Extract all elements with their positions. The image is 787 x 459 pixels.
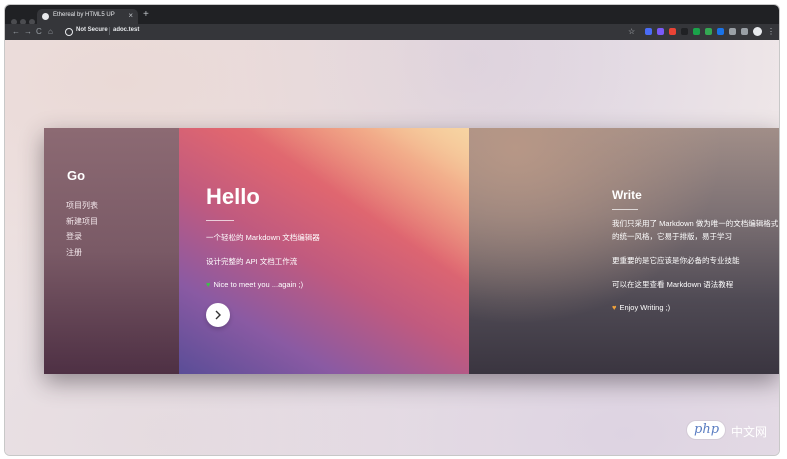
write-title: Write [612,188,642,202]
back-button[interactable]: ← [12,26,20,38]
reload-button[interactable]: C [36,26,42,38]
nav-item-new-project[interactable]: 新建项目 [66,214,98,230]
tab-title: Ethereal by HTML5 UP [53,12,115,18]
orange-heart-icon: ♥ [612,303,617,312]
home-button[interactable]: ⌂ [48,26,53,38]
hello-greeting: ♥ Nice to meet you ...again ;) [206,280,303,289]
favicon-icon [42,13,49,20]
close-tab-icon[interactable]: × [128,11,133,21]
write-description: 我们只采用了 Markdown 做为唯一的文档编辑格式 [612,219,779,228]
nav-item-project-list[interactable]: 项目列表 [66,198,98,214]
hello-tagline: 一个轻松的 Markdown 文档编辑器 [206,233,320,242]
nav-item-register[interactable]: 注册 [66,245,98,261]
extension-icon[interactable] [657,28,664,35]
hello-title: Hello [206,184,260,209]
profile-avatar[interactable] [753,27,762,36]
watermark-text: 中文网 [731,425,768,439]
divider [612,209,638,210]
enjoy-text: Enjoy Writing ;) [619,303,671,312]
security-indicator[interactable]: Not Secure [76,27,108,33]
write-panel: Write 我们只采用了 Markdown 做为唯一的文档编辑格式 的统一风格，… [469,128,779,374]
address-bar[interactable]: Not Secure adoc.test [62,26,618,38]
browser-window: Ethereal by HTML5 UP × + ← → C ⌂ Not Sec… [5,5,779,455]
extension-icon[interactable] [669,28,676,35]
write-tutorial-link[interactable]: 可以在这里查看 Markdown 语法教程 [612,279,733,290]
extension-icon[interactable] [681,28,688,35]
browser-toolbar: ← → C ⌂ Not Secure adoc.test ☆ ⋮ [5,24,779,40]
php-cn-watermark: php 中文网 [687,419,769,441]
go-panel: Go 项目列表 新建项目 登录 注册 [44,128,179,374]
url-divider [109,27,110,35]
browser-menu-icon[interactable]: ⋮ [767,26,775,38]
php-logo: php [687,421,725,439]
hello-feature: 设计完整的 API 文档工作流 [206,257,298,266]
page-content: Go 项目列表 新建项目 登录 注册 Hello 一个轻松的 Markdown … [5,40,779,455]
php-logo-text: php [694,422,720,437]
go-panel-title: Go [67,168,86,183]
forward-button[interactable]: → [24,26,32,38]
extension-icon[interactable] [693,28,700,35]
write-enjoy: ♥ Enjoy Writing ;) [612,303,670,312]
tab-strip: Ethereal by HTML5 UP × + [5,5,779,25]
chevron-right-icon [215,310,221,320]
hello-panel: Hello 一个轻松的 Markdown 文档编辑器 设计完整的 API 文档工… [179,128,469,374]
browser-tab[interactable]: Ethereal by HTML5 UP × [37,9,138,24]
nav-item-login[interactable]: 登录 [66,229,98,245]
url-text[interactable]: adoc.test [113,27,139,33]
next-button[interactable] [206,303,230,327]
info-icon[interactable] [65,28,73,36]
green-heart-icon: ♥ [206,280,211,289]
write-description-cont: 的统一风格，它易于排版，易于学习 [612,232,732,241]
extension-icon[interactable] [729,28,736,35]
new-tab-button[interactable]: + [143,10,149,20]
go-nav-menu: 项目列表 新建项目 登录 注册 [66,198,98,260]
divider [206,220,234,221]
bookmark-star-icon[interactable]: ☆ [628,26,635,38]
extension-icon[interactable] [717,28,724,35]
write-importance: 更重要的是它应该是你必备的专业技能 [612,256,740,265]
extension-icon[interactable] [645,28,652,35]
extension-icon[interactable] [705,28,712,35]
greeting-text: Nice to meet you ...again ;) [213,280,304,289]
extension-icon[interactable] [741,28,748,35]
